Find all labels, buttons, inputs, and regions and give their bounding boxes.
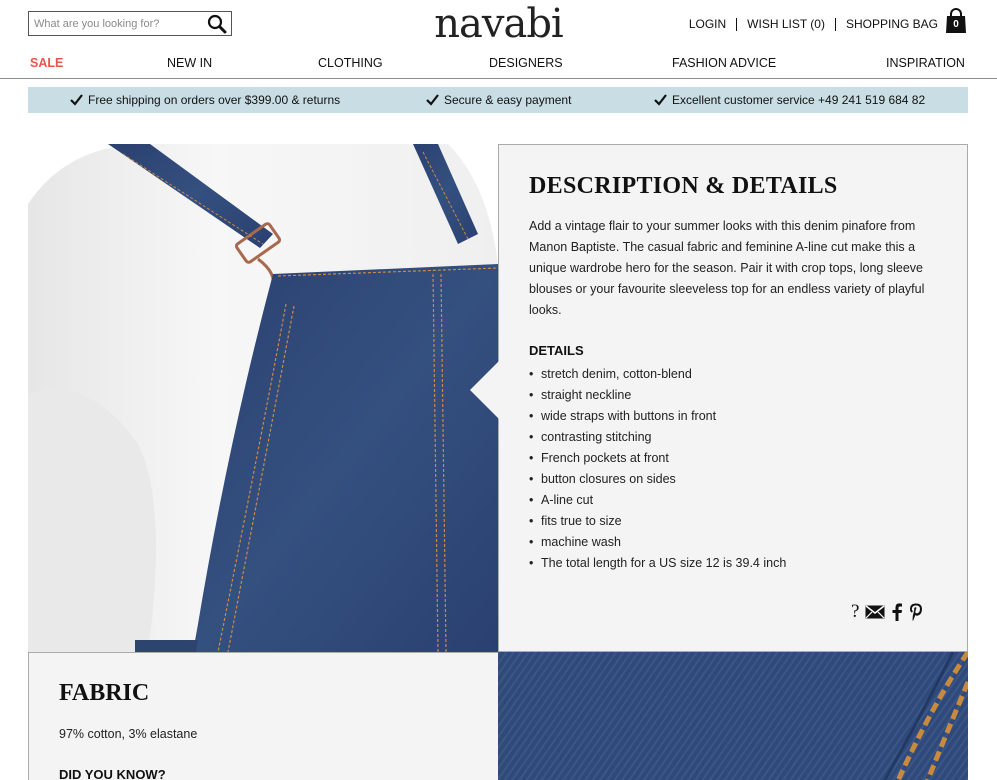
details-heading: DETAILS — [529, 343, 584, 358]
nav-new-in[interactable]: NEW IN — [167, 56, 212, 70]
checkmark-icon — [654, 94, 667, 106]
usp-service: Excellent customer service +49 241 519 6… — [654, 93, 925, 107]
usp-service-text: Excellent customer service +49 241 519 6… — [672, 93, 926, 107]
did-you-know-heading: DID YOU KNOW? — [59, 767, 166, 780]
pinterest-share-icon[interactable] — [909, 603, 923, 621]
list-item: stretch denim, cotton-blend — [529, 364, 786, 385]
main-nav: SALE NEW IN CLOTHING DESIGNERS FASHION A… — [0, 55, 997, 79]
search-icon[interactable] — [207, 14, 227, 34]
fabric-composition: 97% cotton, 3% elastane — [59, 727, 198, 741]
fabric-title: FABRIC — [59, 680, 150, 706]
shopping-bag-icon[interactable]: 0 — [945, 8, 967, 34]
nav-inspiration[interactable]: INSPIRATION — [886, 56, 965, 70]
usp-shipping: Free shipping on orders over $399.00 & r… — [70, 93, 340, 107]
description-text: Add a vintage flair to your summer looks… — [529, 219, 925, 317]
share-bar: ? — [851, 601, 923, 623]
fabric-closeup-image[interactable] — [498, 652, 968, 780]
usp-bar: Free shipping on orders over $399.00 & r… — [28, 87, 968, 113]
list-item: A-line cut — [529, 490, 786, 511]
nav-clothing[interactable]: CLOTHING — [318, 56, 383, 70]
navabi-logo[interactable]: navabi — [434, 1, 563, 47]
nav-sale[interactable]: SALE — [30, 56, 63, 70]
nav-designers[interactable]: DESIGNERS — [489, 56, 563, 70]
description-panel: DESCRIPTION & DETAILS Add a vintage flai… — [498, 144, 968, 652]
list-item: fits true to size — [529, 511, 786, 532]
email-share-icon[interactable] — [865, 605, 885, 619]
question-icon[interactable]: ? — [851, 601, 859, 623]
account-links: LOGIN WISH LIST (0) SHOPPING BAG — [689, 17, 938, 31]
description-title: DESCRIPTION & DETAILS — [529, 173, 838, 199]
panel-pointer — [470, 361, 499, 419]
list-item: contrasting stitching — [529, 427, 786, 448]
product-image[interactable] — [28, 144, 498, 652]
details-list: stretch denim, cotton-blend straight nec… — [529, 364, 786, 574]
shopping-bag-link[interactable]: SHOPPING BAG — [846, 17, 938, 31]
divider — [736, 17, 738, 31]
divider — [834, 17, 836, 31]
list-item: button closures on sides — [529, 469, 786, 490]
list-item: French pockets at front — [529, 448, 786, 469]
facebook-share-icon[interactable] — [891, 603, 903, 621]
nav-fashion-advice[interactable]: FASHION ADVICE — [672, 56, 776, 70]
bag-count: 0 — [953, 19, 959, 30]
checkmark-icon — [70, 94, 83, 106]
usp-payment-text: Secure & easy payment — [444, 93, 572, 107]
wishlist-link[interactable]: WISH LIST (0) — [747, 17, 825, 31]
search-input[interactable] — [29, 12, 199, 35]
login-link[interactable]: LOGIN — [689, 17, 726, 31]
usp-shipping-text: Free shipping on orders over $399.00 & r… — [88, 93, 341, 107]
search-box[interactable] — [28, 11, 232, 36]
usp-payment: Secure & easy payment — [426, 93, 571, 107]
list-item: machine wash — [529, 532, 786, 553]
fabric-panel: FABRIC 97% cotton, 3% elastane DID YOU K… — [28, 652, 498, 780]
list-item: The total length for a US size 12 is 39.… — [529, 553, 786, 574]
list-item: straight neckline — [529, 385, 786, 406]
checkmark-icon — [426, 94, 439, 106]
list-item: wide straps with buttons in front — [529, 406, 786, 427]
